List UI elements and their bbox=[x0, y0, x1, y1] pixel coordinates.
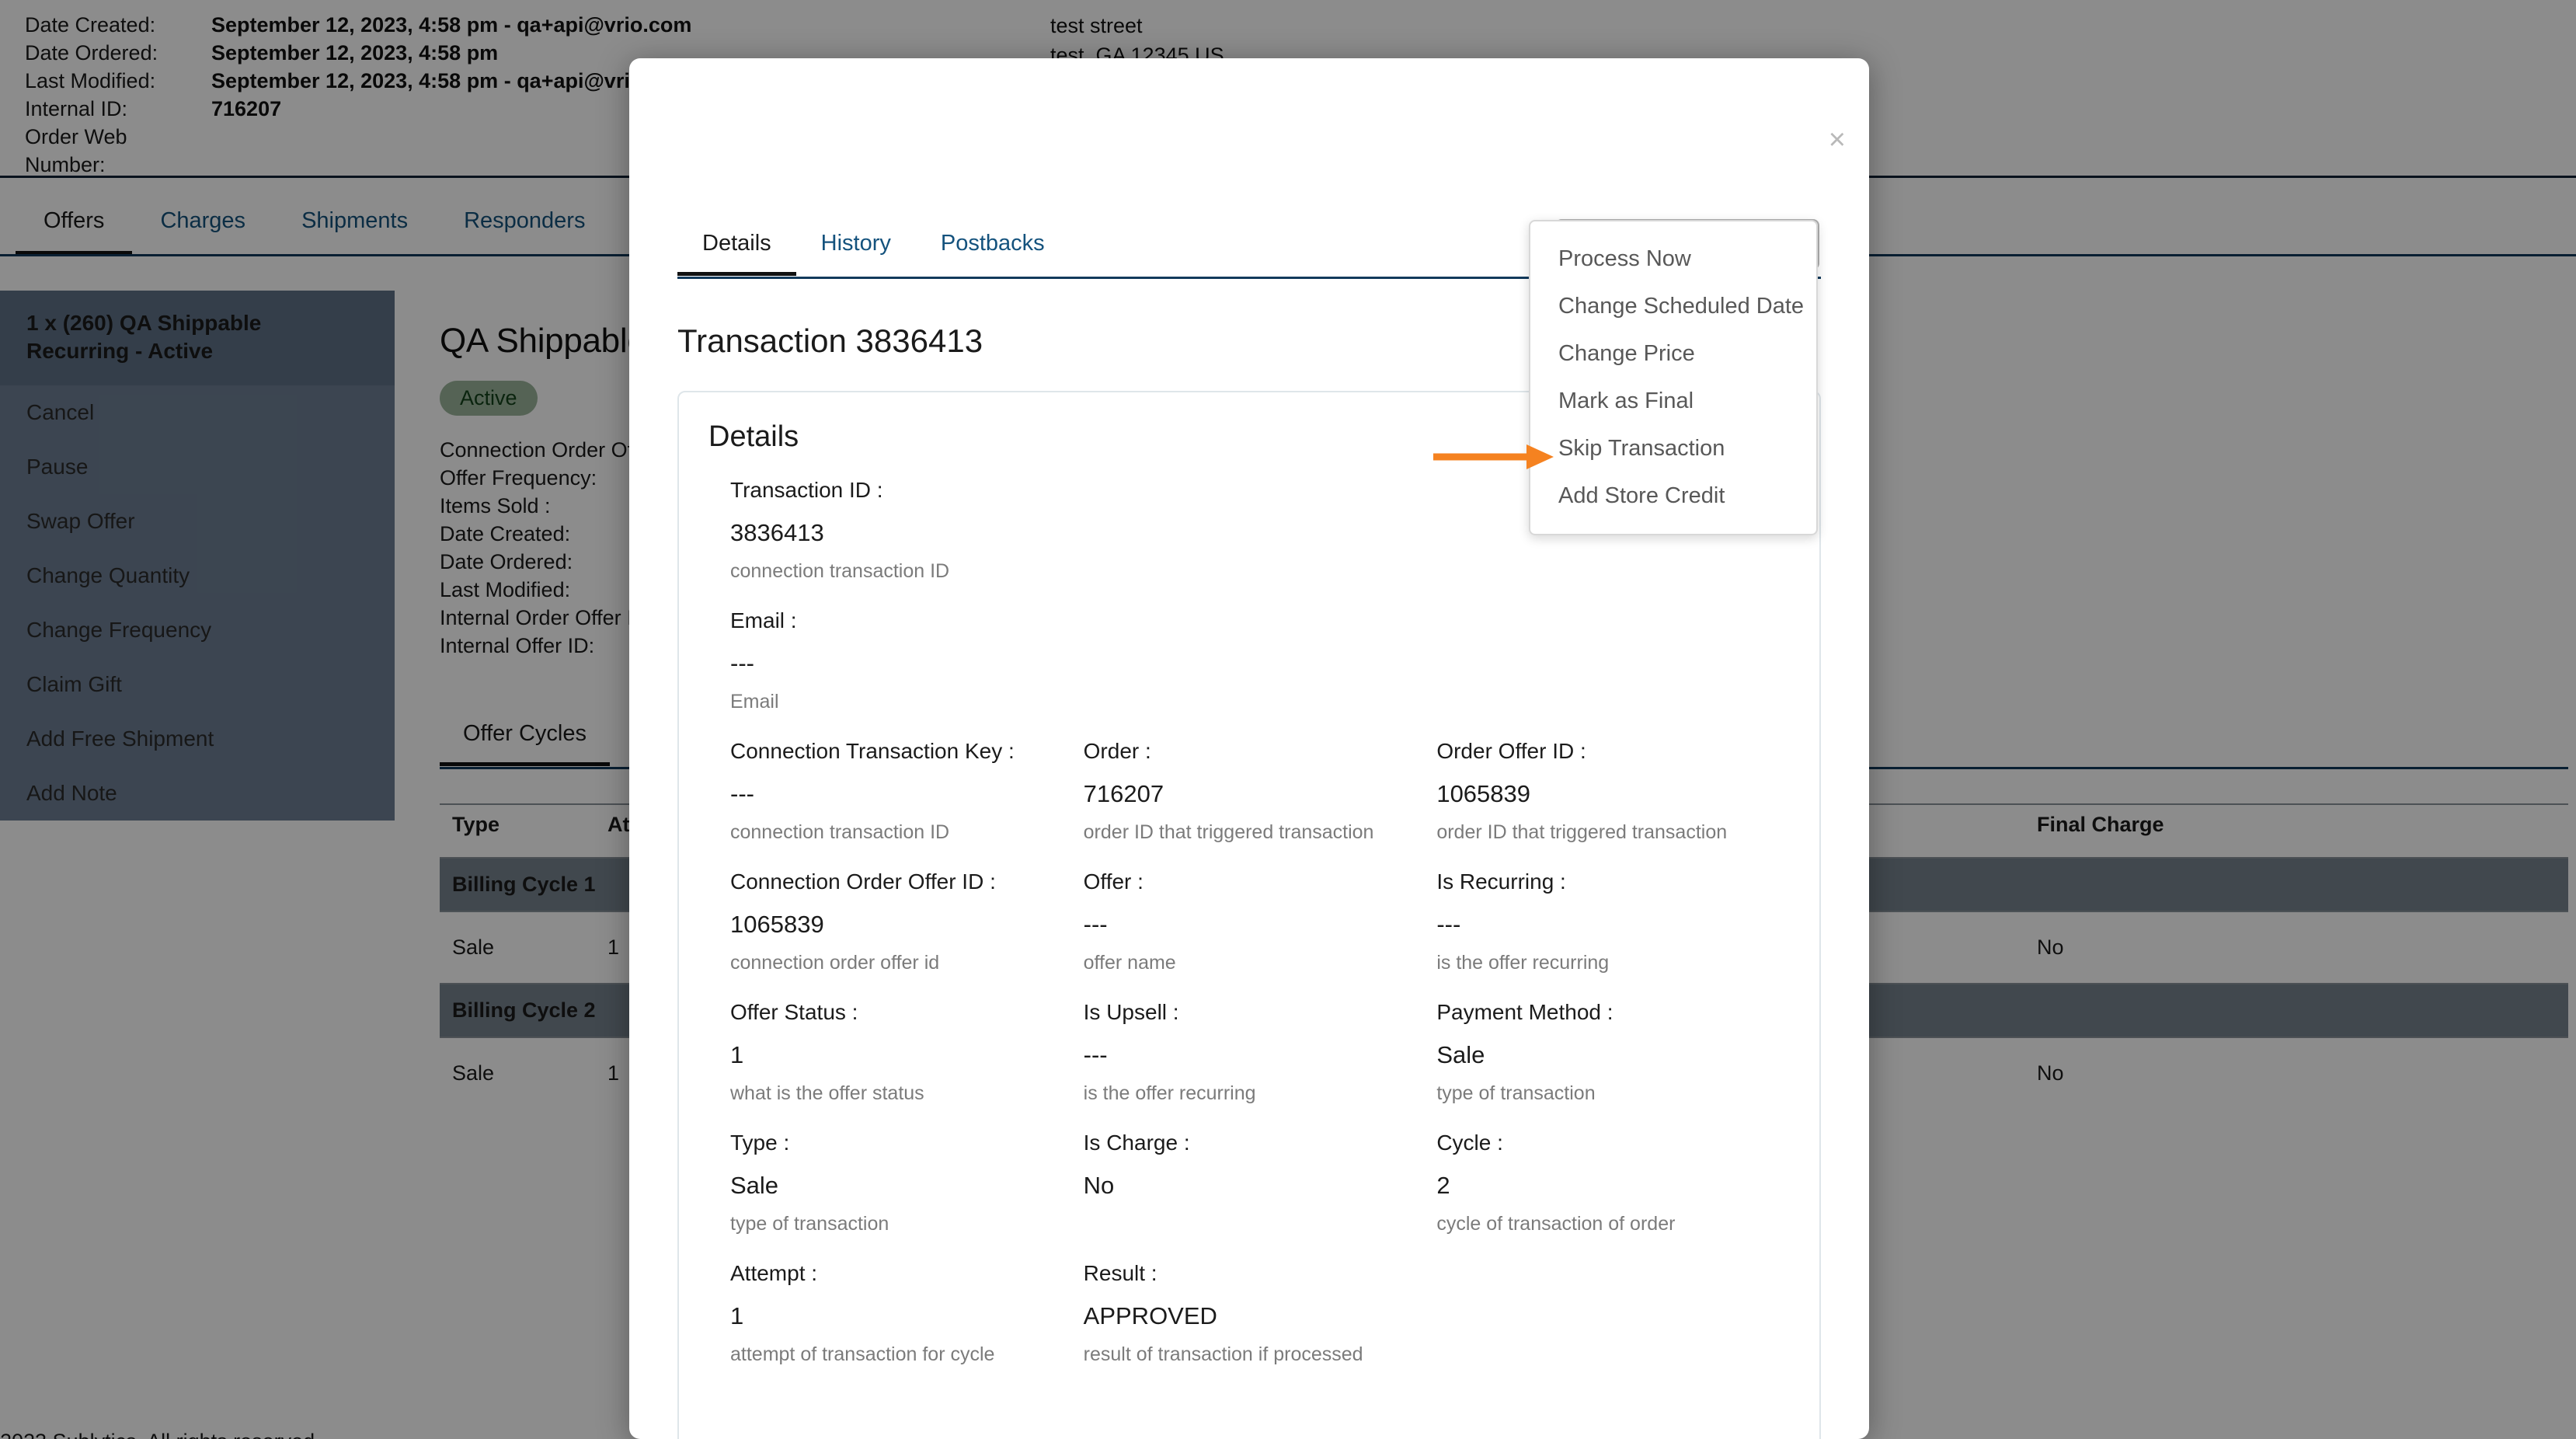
field-cycle: Cycle : 2 cycle of transaction of order bbox=[1436, 1120, 1790, 1251]
menu-item-process-now[interactable]: Process Now bbox=[1530, 235, 1816, 283]
modal-title: Transaction 3836413 bbox=[677, 322, 983, 359]
field-key: Cycle : bbox=[1436, 1131, 1503, 1155]
field-hint: order ID that triggered transaction bbox=[1436, 821, 1728, 843]
close-icon[interactable]: × bbox=[1829, 125, 1846, 155]
field-value: 716207 bbox=[1083, 780, 1164, 807]
menu-item-mark-as-final[interactable]: Mark as Final bbox=[1530, 378, 1816, 425]
menu-item-skip-transaction[interactable]: Skip Transaction bbox=[1530, 425, 1816, 472]
field-key: Offer : bbox=[1083, 869, 1144, 894]
field-value: 1 bbox=[730, 1041, 744, 1068]
field-hint: order ID that triggered transaction bbox=[1083, 821, 1374, 843]
field-hint: Email bbox=[730, 691, 779, 713]
menu-item-add-store-credit[interactable]: Add Store Credit bbox=[1530, 472, 1816, 520]
field-is-charge: Is Charge : No bbox=[1084, 1120, 1437, 1251]
field-value: --- bbox=[1436, 911, 1461, 938]
field-value: No bbox=[1083, 1172, 1115, 1199]
field-hint: what is the offer status bbox=[730, 1082, 924, 1104]
field-hint: result of transaction if processed bbox=[1083, 1343, 1363, 1365]
field-email: Email : --- Email bbox=[730, 598, 1084, 729]
tab-postbacks[interactable]: Postbacks bbox=[916, 229, 1070, 276]
field-value: 1 bbox=[730, 1302, 744, 1329]
field-hint: connection transaction ID bbox=[730, 560, 950, 582]
field-value: --- bbox=[1083, 1041, 1108, 1068]
field-result: Result : APPROVED result of transaction … bbox=[1084, 1251, 1437, 1382]
field-offer: Offer : --- offer name bbox=[1084, 859, 1437, 990]
field-key: Email : bbox=[730, 608, 797, 632]
field-key: Connection Order Offer ID : bbox=[730, 869, 996, 894]
field-value: 3836413 bbox=[730, 519, 824, 546]
field-value: --- bbox=[730, 780, 754, 807]
field-key: Order Offer ID : bbox=[1436, 739, 1586, 763]
field-hint: is the offer recurring bbox=[1083, 1082, 1256, 1104]
field-transaction-id: Transaction ID : 3836413 connection tran… bbox=[730, 468, 1084, 598]
field-value: APPROVED bbox=[1083, 1302, 1217, 1329]
field-key: Transaction ID : bbox=[730, 478, 883, 502]
annotation-arrow bbox=[1433, 441, 1561, 472]
field-key: Payment Method : bbox=[1436, 1000, 1613, 1024]
field-key: Is Upsell : bbox=[1083, 1000, 1179, 1024]
field-spacer bbox=[1084, 598, 1437, 729]
field-order-offer-id: Order Offer ID : 1065839 order ID that t… bbox=[1436, 729, 1790, 859]
field-key: Is Charge : bbox=[1083, 1131, 1190, 1155]
details-field-grid: Transaction ID : 3836413 connection tran… bbox=[708, 468, 1790, 1382]
field-value: --- bbox=[1083, 911, 1108, 938]
field-is-upsell: Is Upsell : --- is the offer recurring bbox=[1084, 990, 1437, 1120]
field-hint: type of transaction bbox=[1436, 1082, 1596, 1104]
field-key: Order : bbox=[1083, 739, 1151, 763]
details-card: Details Transaction ID : 3836413 connect… bbox=[677, 391, 1821, 1439]
field-type: Type : Sale type of transaction bbox=[730, 1120, 1084, 1251]
tab-history[interactable]: History bbox=[796, 229, 916, 276]
transaction-options-menu: Process Now Change Scheduled Date Change… bbox=[1529, 220, 1818, 535]
menu-item-change-price[interactable]: Change Price bbox=[1530, 330, 1816, 378]
field-value: 2 bbox=[1436, 1172, 1450, 1199]
field-value: Sale bbox=[1436, 1041, 1485, 1068]
field-key: Result : bbox=[1083, 1261, 1157, 1285]
field-value: --- bbox=[730, 650, 754, 677]
field-attempt: Attempt : 1 attempt of transaction for c… bbox=[730, 1251, 1084, 1382]
field-key: Connection Transaction Key : bbox=[730, 739, 1015, 763]
field-hint: type of transaction bbox=[730, 1213, 889, 1235]
field-order: Order : 716207 order ID that triggered t… bbox=[1084, 729, 1437, 859]
field-is-recurring: Is Recurring : --- is the offer recurrin… bbox=[1436, 859, 1790, 990]
arrow-right-icon bbox=[1433, 444, 1554, 469]
field-hint: attempt of transaction for cycle bbox=[730, 1343, 995, 1365]
field-key: Offer Status : bbox=[730, 1000, 858, 1024]
field-spacer bbox=[1084, 468, 1437, 598]
field-value: 1065839 bbox=[730, 911, 824, 938]
field-connection-transaction-key: Connection Transaction Key : --- connect… bbox=[730, 729, 1084, 859]
field-hint: offer name bbox=[1083, 952, 1176, 974]
field-key: Is Recurring : bbox=[1436, 869, 1566, 894]
field-spacer bbox=[1436, 1251, 1790, 1382]
field-hint: is the offer recurring bbox=[1436, 952, 1610, 974]
field-key: Attempt : bbox=[730, 1261, 818, 1285]
field-value: Sale bbox=[730, 1172, 779, 1199]
field-hint: connection order offer id bbox=[730, 952, 940, 974]
field-hint: connection transaction ID bbox=[730, 821, 950, 843]
field-value: 1065839 bbox=[1436, 780, 1531, 807]
field-hint: cycle of transaction of order bbox=[1436, 1213, 1676, 1235]
field-payment-method: Payment Method : Sale type of transactio… bbox=[1436, 990, 1790, 1120]
field-offer-status: Offer Status : 1 what is the offer statu… bbox=[730, 990, 1084, 1120]
field-connection-order-offer-id: Connection Order Offer ID : 1065839 conn… bbox=[730, 859, 1084, 990]
field-key: Type : bbox=[730, 1131, 790, 1155]
menu-item-change-scheduled-date[interactable]: Change Scheduled Date bbox=[1530, 283, 1816, 330]
tab-details[interactable]: Details bbox=[677, 229, 796, 276]
field-spacer bbox=[1436, 598, 1790, 729]
